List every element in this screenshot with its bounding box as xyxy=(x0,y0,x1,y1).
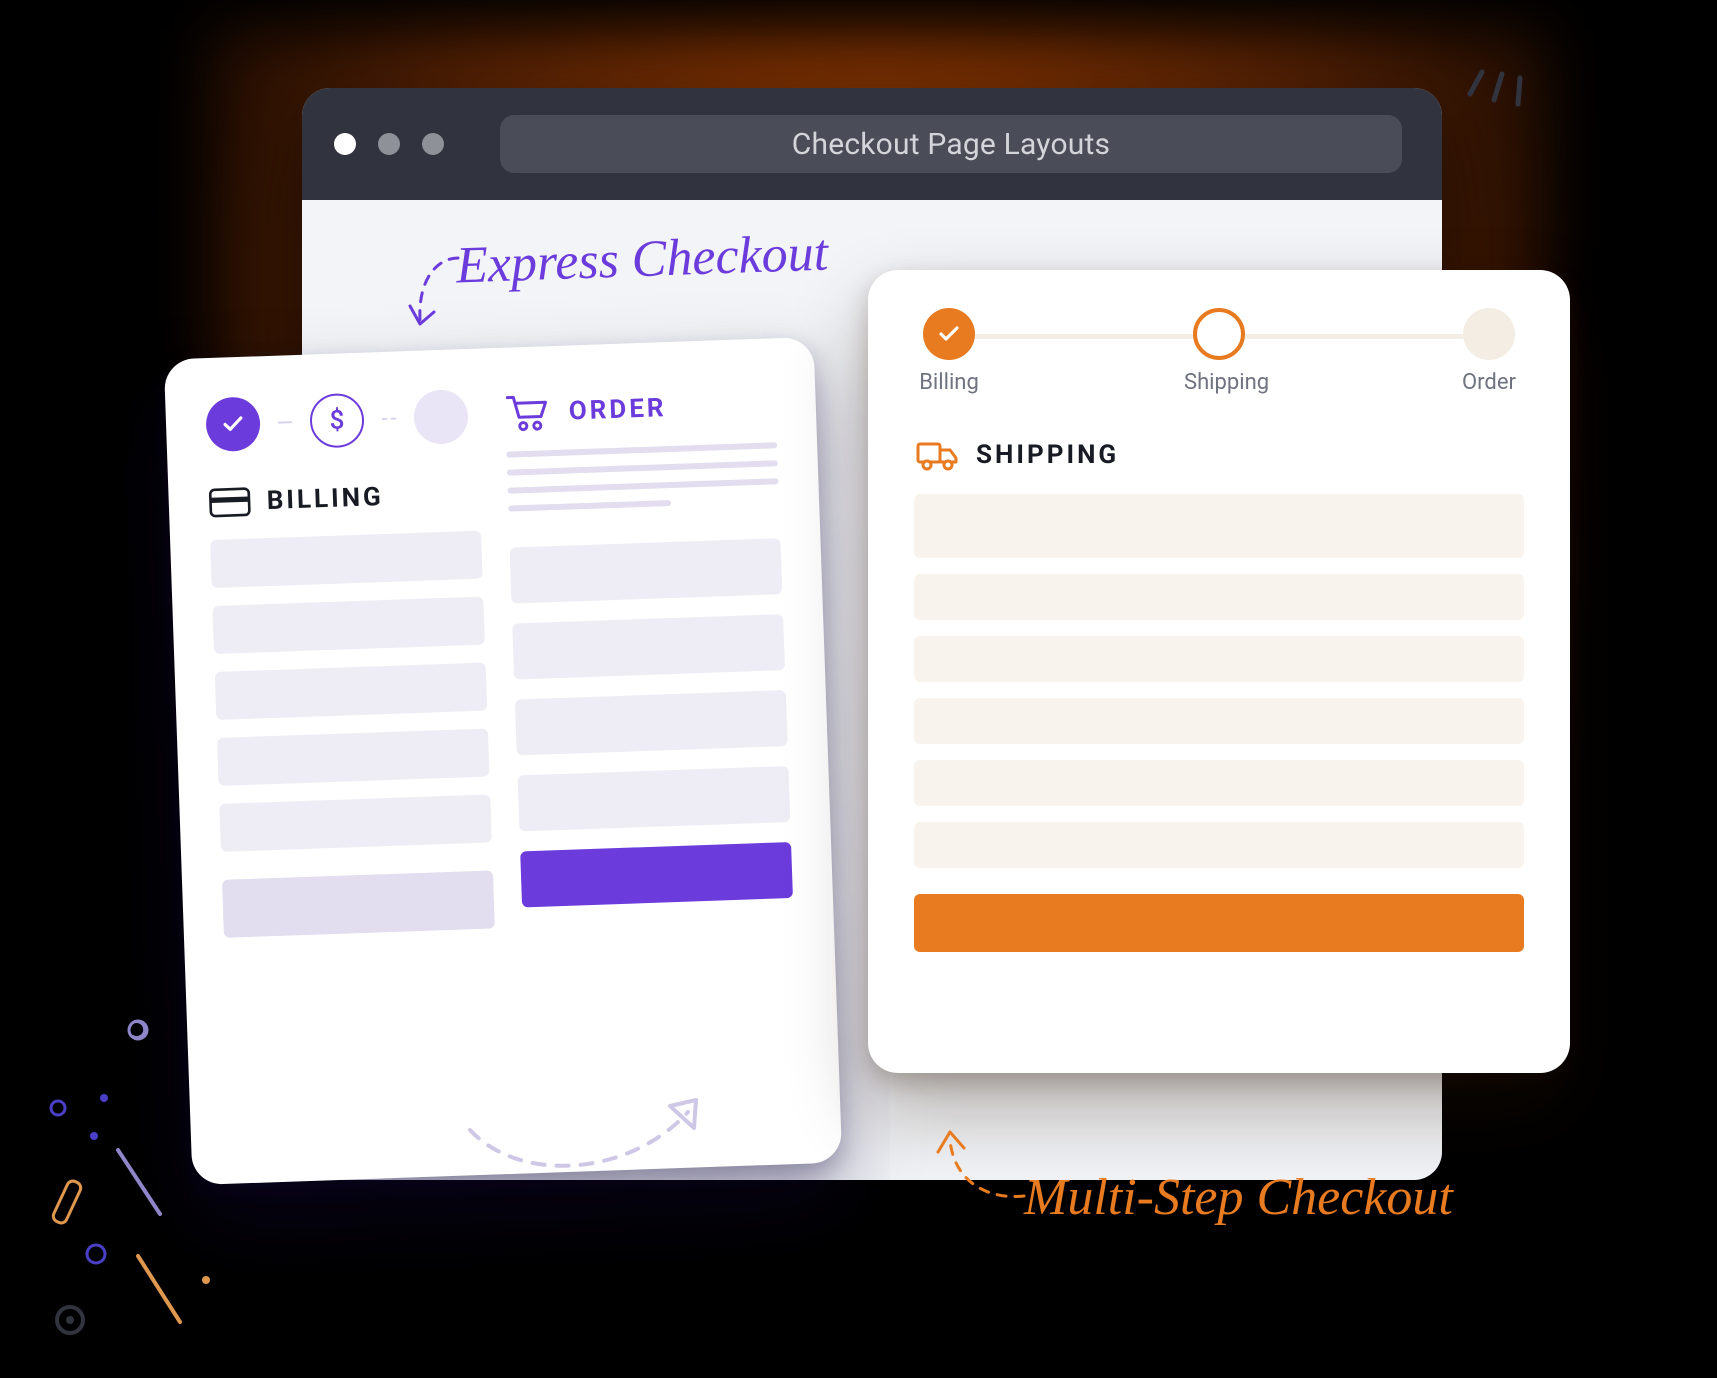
window-dot-close[interactable] xyxy=(334,133,356,155)
step-connector xyxy=(382,418,396,420)
text-placeholder xyxy=(508,500,671,512)
spark-icon xyxy=(1460,44,1540,114)
address-bar: Checkout Page Layouts xyxy=(500,115,1402,173)
order-title: ORDER xyxy=(568,393,667,426)
order-item-placeholder xyxy=(515,690,788,755)
form-placeholder[interactable] xyxy=(210,531,483,588)
multi-label: Multi-Step Checkout xyxy=(1024,1168,1453,1227)
express-steps: $ xyxy=(205,389,478,452)
express-right-column: ORDER xyxy=(504,378,801,1133)
step-label: Order xyxy=(1454,370,1524,395)
stage: Checkout Page Layouts $ xyxy=(0,0,1717,1378)
shipping-title: SHIPPING xyxy=(976,440,1119,470)
billing-title: BILLING xyxy=(266,482,384,516)
step-shipping[interactable]: Shipping xyxy=(1184,308,1254,395)
form-placeholder[interactable] xyxy=(914,636,1524,682)
text-placeholder xyxy=(507,478,778,493)
form-placeholder[interactable] xyxy=(914,494,1524,558)
form-placeholder[interactable] xyxy=(219,794,492,851)
step-billing[interactable]: Billing xyxy=(914,308,984,395)
form-placeholder[interactable] xyxy=(914,760,1524,806)
multistep-progress: Billing Shipping Order xyxy=(914,308,1524,410)
form-placeholder[interactable] xyxy=(217,729,490,786)
multistep-submit-button[interactable] xyxy=(914,894,1524,952)
order-item-placeholder xyxy=(512,614,785,679)
form-placeholder[interactable] xyxy=(914,822,1524,868)
arrow-curve-icon xyxy=(460,1080,720,1190)
step-dollar: $ xyxy=(309,393,365,449)
step-label: Billing xyxy=(914,370,984,395)
order-header: ORDER xyxy=(504,384,776,433)
arrow-down-icon xyxy=(398,248,478,344)
form-placeholder[interactable] xyxy=(212,597,485,654)
credit-card-icon xyxy=(208,487,251,518)
step-pending xyxy=(413,389,469,445)
step-label: Shipping xyxy=(1184,370,1254,395)
form-placeholder[interactable] xyxy=(914,698,1524,744)
step-order[interactable]: Order xyxy=(1454,308,1524,395)
cart-icon xyxy=(504,392,551,434)
check-icon xyxy=(937,322,961,346)
step-completed-icon xyxy=(205,396,261,452)
shipping-header: SHIPPING xyxy=(916,438,1524,472)
form-placeholder[interactable] xyxy=(215,663,488,720)
browser-header: Checkout Page Layouts xyxy=(302,88,1442,200)
truck-icon xyxy=(916,438,960,472)
step-connector xyxy=(278,421,292,423)
form-placeholder[interactable] xyxy=(914,574,1524,620)
dollar-icon: $ xyxy=(329,405,345,435)
form-placeholder[interactable] xyxy=(222,870,495,937)
order-item-placeholder xyxy=(518,766,791,831)
page-title: Checkout Page Layouts xyxy=(792,127,1110,162)
multistep-checkout-card: Billing Shipping Order SHIPPING xyxy=(868,270,1570,1073)
text-placeholder xyxy=(507,460,778,475)
order-item-placeholder xyxy=(510,538,783,603)
billing-header: BILLING xyxy=(208,479,480,518)
text-placeholder xyxy=(506,442,777,457)
confetti-icon xyxy=(20,1000,280,1360)
window-dot-max[interactable] xyxy=(422,133,444,155)
express-submit-button[interactable] xyxy=(520,842,793,907)
window-controls xyxy=(334,133,444,155)
arrow-up-icon xyxy=(928,1120,1038,1210)
window-dot-min[interactable] xyxy=(378,133,400,155)
